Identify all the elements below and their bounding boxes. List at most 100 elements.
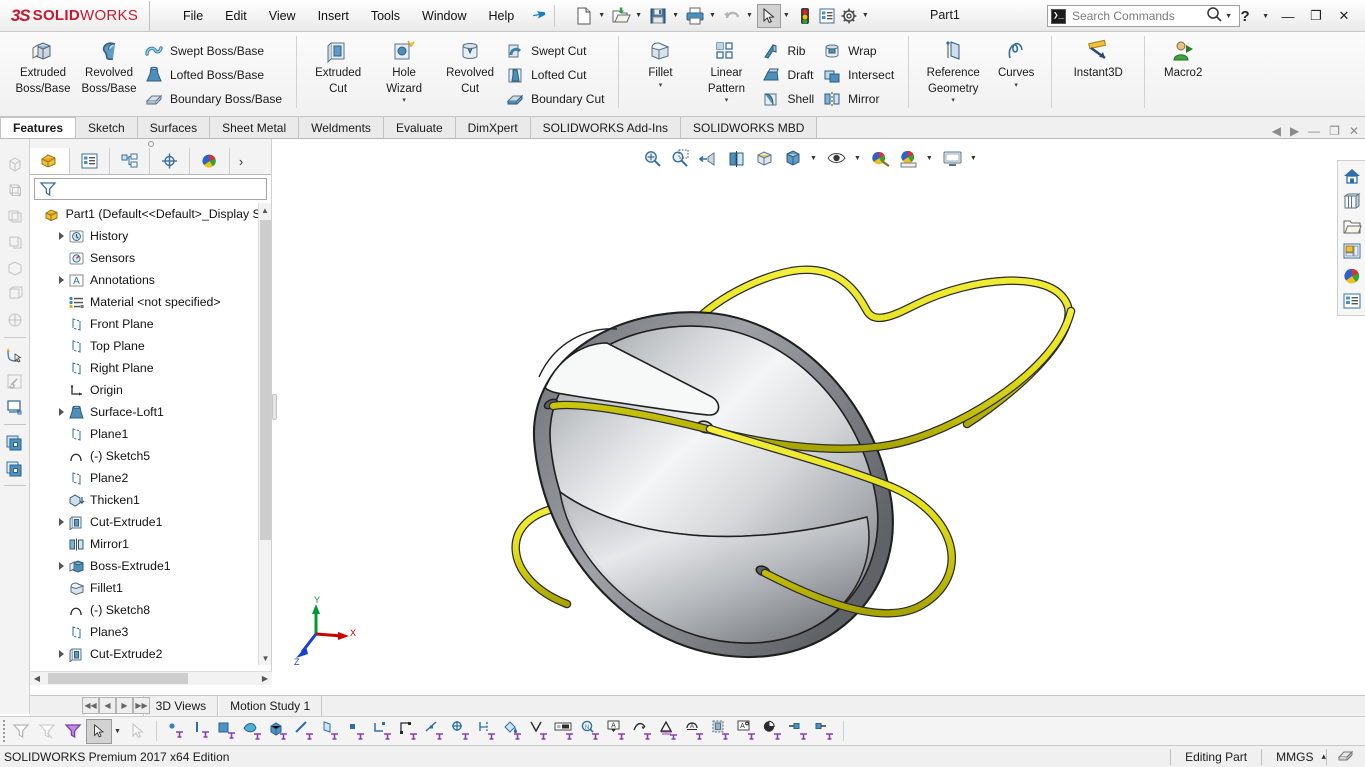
- shell-button[interactable]: Shell: [759, 87, 820, 111]
- fillet-button[interactable]: Fillet ▾: [627, 34, 693, 89]
- tree-item-history[interactable]: History: [30, 225, 271, 247]
- swept-boss-base-button[interactable]: Swept Boss/Base: [142, 39, 288, 63]
- filter-solid-bodies-button[interactable]: [266, 719, 292, 744]
- filter-axes-button[interactable]: [292, 719, 318, 744]
- new-sketch-button[interactable]: [2, 342, 28, 368]
- filter-faces-button[interactable]: [214, 719, 240, 744]
- tree-expander[interactable]: [54, 650, 68, 658]
- wrap-button[interactable]: Wrap: [820, 39, 900, 63]
- tab-surfaces[interactable]: Surfaces: [138, 117, 210, 138]
- scroll-up-arrow[interactable]: ▲: [259, 203, 271, 217]
- new-document-caret[interactable]: ▼: [598, 12, 605, 19]
- minimize-button[interactable]: —: [1275, 6, 1301, 26]
- tree-item-sketch5[interactable]: (-) Sketch5: [30, 445, 271, 467]
- tree-item-cut-extrude2[interactable]: Cut-Extrude2: [30, 643, 271, 665]
- tab-features[interactable]: Features: [0, 117, 76, 138]
- filter-center-marks-button[interactable]: [448, 719, 474, 744]
- tree-item-plane3[interactable]: Plane3: [30, 621, 271, 643]
- display-pane-button[interactable]: [2, 394, 28, 420]
- hide-show-caret[interactable]: ▼: [854, 155, 861, 162]
- filter-off-button[interactable]: [8, 719, 34, 744]
- tree-tabs-more-button[interactable]: ›: [230, 148, 252, 174]
- feature-tree-horizontal-scrollbar[interactable]: ◀ ▶: [30, 671, 272, 685]
- sidebar-item-property-manager[interactable]: [70, 148, 110, 174]
- filter-planes-button[interactable]: [318, 719, 344, 744]
- tree-item-plane2[interactable]: Plane2: [30, 467, 271, 489]
- view-orientation-5-button[interactable]: [2, 255, 28, 281]
- feature-tree-filter[interactable]: [34, 178, 267, 200]
- configuration-1-button[interactable]: [2, 429, 28, 455]
- tab-sketch[interactable]: Sketch: [76, 117, 138, 138]
- mirror-button[interactable]: Mirror: [820, 87, 900, 111]
- menu-tools[interactable]: Tools: [360, 4, 411, 28]
- doc-minimize-button[interactable]: —: [1308, 124, 1320, 138]
- select-all-filter-button[interactable]: [125, 719, 151, 744]
- pushpin-icon[interactable]: [530, 5, 551, 27]
- search-dropdown-caret[interactable]: ▼: [1225, 13, 1232, 20]
- tree-item-sketch8[interactable]: (-) Sketch8: [30, 599, 271, 621]
- menu-view[interactable]: View: [258, 4, 307, 28]
- hole-wizard-button[interactable]: Hole Wizard ▾: [371, 34, 437, 104]
- open-document-button[interactable]: [609, 4, 633, 28]
- print-document-button[interactable]: [683, 4, 707, 28]
- filter-surface-finish-button[interactable]: [656, 719, 682, 744]
- open-document-caret[interactable]: ▼: [635, 12, 642, 19]
- scroll-thumb[interactable]: [260, 220, 271, 540]
- filter-annotations-button[interactable]: A: [604, 719, 630, 744]
- filter-datums-button[interactable]: [630, 719, 656, 744]
- filter-surface-bodies-button[interactable]: [240, 719, 266, 744]
- tree-expander[interactable]: [54, 408, 68, 416]
- filter-paint-button[interactable]: [500, 719, 526, 744]
- tree-expander[interactable]: [54, 562, 68, 570]
- filter-annotation-angle-button[interactable]: A: [734, 719, 760, 744]
- fillet-dropdown-caret[interactable]: ▾: [659, 81, 663, 89]
- options-button[interactable]: [838, 5, 860, 27]
- zoom-to-fit-button[interactable]: [640, 146, 665, 171]
- filter-dimensions-button[interactable]: [552, 719, 578, 744]
- swept-cut-button[interactable]: Swept Cut: [503, 39, 610, 63]
- apply-scene-button[interactable]: [896, 146, 921, 171]
- view-orientation-button[interactable]: [752, 146, 777, 171]
- section-view-button[interactable]: [724, 146, 749, 171]
- extruded-cut-button[interactable]: Extruded Cut: [305, 34, 371, 95]
- hide-show-items-button[interactable]: [824, 146, 849, 171]
- macro2-button[interactable]: Macro2: [1153, 34, 1213, 80]
- tree-item-top-plane[interactable]: Top Plane: [30, 335, 271, 357]
- menu-edit[interactable]: Edit: [214, 4, 258, 28]
- filter-edges-button[interactable]: [188, 719, 214, 744]
- graphics-viewport[interactable]: ▼ ▼: [272, 139, 1365, 692]
- draft-button[interactable]: Draft: [759, 63, 820, 87]
- tree-expander[interactable]: [54, 232, 68, 240]
- view-orientation-7-button[interactable]: [2, 307, 28, 333]
- toggle-selection-filter-button[interactable]: [60, 719, 86, 744]
- reference-geometry-dropdown-caret[interactable]: ▾: [951, 96, 955, 104]
- filter-sketch-segments-button[interactable]: [370, 719, 396, 744]
- help-button[interactable]: ?: [1232, 6, 1258, 26]
- tab-motion-study-1[interactable]: Motion Study 1: [218, 696, 322, 716]
- display-style-caret[interactable]: ▼: [810, 155, 817, 162]
- toolbar-grip[interactable]: [0, 719, 8, 743]
- solidworks-resources-button[interactable]: [1340, 163, 1364, 188]
- sidebar-item-dimxpert-manager[interactable]: [150, 148, 190, 174]
- solidworks-logo[interactable]: 3S SOLID WORKS: [0, 1, 150, 31]
- tree-item-mirror1[interactable]: Mirror1: [30, 533, 271, 555]
- filter-vertices-button[interactable]: [162, 719, 188, 744]
- scroll-left-arrow[interactable]: ◀: [30, 674, 44, 683]
- doc-next-button[interactable]: ▶: [1290, 124, 1299, 138]
- configuration-2-button[interactable]: [2, 455, 28, 481]
- search-input[interactable]: Search Commands: [1072, 9, 1206, 23]
- tree-item-surface-loft1[interactable]: Surface-Loft1: [30, 401, 271, 423]
- tree-item-material[interactable]: Material <not specified>: [30, 291, 271, 313]
- status-units[interactable]: MMGS: [1262, 750, 1327, 764]
- scroll-thumb-h[interactable]: [48, 673, 188, 684]
- tree-item-fillet1[interactable]: Fillet1: [30, 577, 271, 599]
- linear-pattern-button[interactable]: Linear Pattern ▾: [693, 34, 759, 104]
- view-palette-button[interactable]: [1340, 238, 1364, 263]
- select-tool-button[interactable]: [757, 4, 781, 28]
- lofted-boss-base-button[interactable]: Lofted Boss/Base: [142, 63, 288, 87]
- custom-properties-button[interactable]: [1340, 288, 1364, 313]
- tab-sheet-metal[interactable]: Sheet Metal: [210, 117, 299, 138]
- filter-connection-point-1-button[interactable]: [786, 719, 812, 744]
- tree-item-front-plane[interactable]: Front Plane: [30, 313, 271, 335]
- new-document-button[interactable]: [572, 4, 596, 28]
